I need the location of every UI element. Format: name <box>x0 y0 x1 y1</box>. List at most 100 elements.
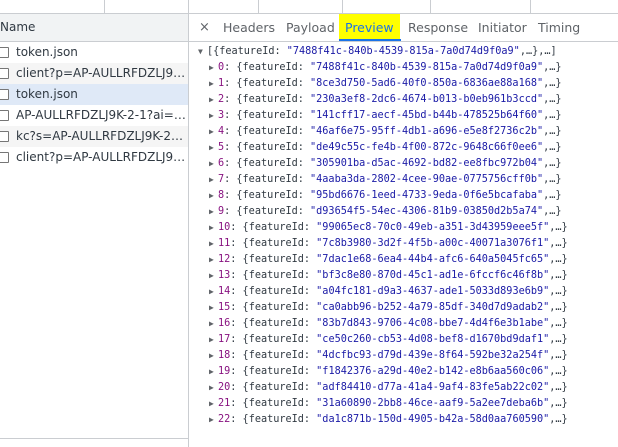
request-row[interactable]: client?p=AP-AULLRFDZLJ9K-2... <box>0 63 188 84</box>
row-checkbox[interactable] <box>0 110 9 121</box>
json-entry[interactable]: ▶ 15: {featureId: "ca0abb96-b252-4a79-85d… <box>209 300 568 316</box>
json-entry[interactable]: ▶ 10: {featureId: "99065ec8-70c0-49eb-a35… <box>209 220 568 236</box>
entry-tail: ,…} <box>543 78 562 89</box>
entry-colon: : { <box>230 238 249 249</box>
entry-key: featureId <box>242 62 298 73</box>
root-open: [{featureId: <box>207 46 287 57</box>
entry-value: "7488f41c-840b-4539-815a-7a0d74d9f0a9" <box>310 62 544 73</box>
triangle-right-icon[interactable]: ▶ <box>209 172 218 188</box>
entry-key: featureId <box>242 78 298 89</box>
entry-tail: ,…} <box>549 350 568 361</box>
triangle-right-icon[interactable]: ▶ <box>209 220 218 236</box>
triangle-right-icon[interactable]: ▶ <box>209 316 218 332</box>
entry-colon: : <box>303 238 317 249</box>
entry-key: featureId <box>242 110 298 121</box>
triangle-right-icon[interactable]: ▶ <box>209 60 218 76</box>
request-row[interactable]: token.json <box>0 84 188 105</box>
tab-initiator[interactable]: Initiator <box>478 14 527 41</box>
triangle-right-icon[interactable]: ▶ <box>209 204 218 220</box>
triangle-right-icon[interactable]: ▶ <box>209 364 218 380</box>
triangle-right-icon[interactable]: ▶ <box>209 108 218 124</box>
triangle-right-icon[interactable]: ▶ <box>209 252 218 268</box>
json-entry[interactable]: ▶ 17: {featureId: "ce50c260-cb53-4d08-bef… <box>209 332 568 348</box>
triangle-right-icon[interactable]: ▶ <box>209 268 218 284</box>
triangle-right-icon[interactable]: ▶ <box>209 380 218 396</box>
json-entry[interactable]: ▶ 21: {featureId: "31a60890-2bb8-46ce-aaf… <box>209 396 568 412</box>
row-checkbox[interactable] <box>0 89 9 100</box>
triangle-right-icon[interactable]: ▶ <box>209 332 218 348</box>
tab-timing[interactable]: Timing <box>538 14 580 41</box>
entry-value: "a04fc181-d9a3-4637-ade1-5033d893e6b9" <box>316 286 550 297</box>
divider <box>342 0 343 13</box>
triangle-right-icon[interactable]: ▶ <box>209 188 218 204</box>
entry-index: 20 <box>218 382 231 393</box>
triangle-right-icon[interactable]: ▶ <box>209 396 218 412</box>
json-entry[interactable]: ▶ 12: {featureId: "7dac1e68-6ea4-44b4-afc… <box>209 252 568 268</box>
json-entry[interactable]: ▶ 19: {featureId: "f1842376-a29d-40e2-b14… <box>209 364 568 380</box>
tab-headers[interactable]: Headers <box>223 14 275 41</box>
entry-colon: : { <box>230 414 249 425</box>
tab-payload[interactable]: Payload <box>286 14 335 41</box>
close-icon[interactable]: × <box>199 14 210 41</box>
json-entry[interactable]: ▶ 2: {featureId: "230a3ef8-2dc6-4674-b013… <box>209 92 562 108</box>
entry-colon: : <box>297 190 311 201</box>
entry-index: 22 <box>218 414 231 425</box>
json-entry[interactable]: ▶ 4: {featureId: "46af6e75-95ff-4db1-a696… <box>209 124 562 140</box>
json-root-line[interactable]: ▼ [{featureId: "7488f41c-840b-4539-815a-7… <box>198 44 557 60</box>
triangle-right-icon[interactable]: ▶ <box>209 92 218 108</box>
json-entry[interactable]: ▶ 1: {featureId: "8ce3d750-5ad6-40f0-850a… <box>209 76 562 92</box>
entry-colon: : { <box>230 382 249 393</box>
request-row[interactable]: kc?s=AP-AULLRFDZLJ9K-2-1-... <box>0 126 188 147</box>
json-entry[interactable]: ▶ 6: {featureId: "305901ba-d5ac-4692-bd82… <box>209 156 562 172</box>
entry-colon: : { <box>224 158 243 169</box>
json-entry[interactable]: ▶ 22: {featureId: "da1c871b-150d-4905-b42… <box>209 412 568 428</box>
triangle-right-icon[interactable]: ▶ <box>209 348 218 364</box>
name-column-header[interactable]: Name <box>0 14 188 42</box>
triangle-right-icon[interactable]: ▶ <box>209 76 218 92</box>
entry-colon: : <box>303 398 317 409</box>
json-entry[interactable]: ▶ 7: {featureId: "4aaba3da-2802-4cee-90ae… <box>209 172 562 188</box>
triangle-right-icon[interactable]: ▶ <box>209 236 218 252</box>
triangle-right-icon[interactable]: ▶ <box>209 124 218 140</box>
triangle-right-icon[interactable]: ▶ <box>209 412 218 428</box>
json-entry[interactable]: ▶ 14: {featureId: "a04fc181-d9a3-4637-ade… <box>209 284 568 300</box>
entry-tail: ,…} <box>549 334 568 345</box>
divider <box>0 438 188 439</box>
entry-colon: : <box>297 206 311 217</box>
row-checkbox[interactable] <box>0 152 9 163</box>
request-name: client?p=AP-AULLRFDZLJ9K-2... <box>16 150 186 164</box>
divider <box>530 0 531 13</box>
entry-value: "d93654f5-54ec-4306-81b9-03850d2b5a74" <box>310 206 544 217</box>
json-entry[interactable]: ▶ 9: {featureId: "d93654f5-54ec-4306-81b9… <box>209 204 562 220</box>
json-entry[interactable]: ▶ 11: {featureId: "7c8b3980-3d2f-4f5b-a00… <box>209 236 568 252</box>
row-checkbox[interactable] <box>0 68 9 79</box>
entry-tail: ,…} <box>549 366 568 377</box>
request-row[interactable]: token.json <box>0 42 188 63</box>
request-name: kc?s=AP-AULLRFDZLJ9K-2-1-... <box>16 129 186 143</box>
json-entry[interactable]: ▶ 13: {featureId: "bf3c8e80-870d-45c1-ad1… <box>209 268 568 284</box>
triangle-right-icon[interactable]: ▶ <box>209 284 218 300</box>
json-entry[interactable]: ▶ 8: {featureId: "95bd6676-1eed-4733-9eda… <box>209 188 562 204</box>
triangle-right-icon[interactable]: ▶ <box>209 156 218 172</box>
request-row[interactable]: AP-AULLRFDZLJ9K-2-1?ai=d5... <box>0 105 188 126</box>
json-entry[interactable]: ▶ 5: {featureId: "de49c55c-fe4b-4f00-872c… <box>209 140 562 156</box>
json-entry[interactable]: ▶ 0: {featureId: "7488f41c-840b-4539-815a… <box>209 60 562 76</box>
triangle-down-icon[interactable]: ▼ <box>198 44 207 60</box>
entry-value: "ca0abb96-b252-4a79-85df-340d7d9adab2" <box>316 302 550 313</box>
entry-index: 17 <box>218 334 231 345</box>
json-entry[interactable]: ▶ 16: {featureId: "83b7d843-9706-4c08-bbe… <box>209 316 568 332</box>
row-checkbox[interactable] <box>0 47 9 58</box>
triangle-right-icon[interactable]: ▶ <box>209 140 218 156</box>
request-row[interactable]: client?p=AP-AULLRFDZLJ9K-2... <box>0 147 188 168</box>
row-checkbox[interactable] <box>0 131 9 142</box>
entry-colon: : <box>297 110 311 121</box>
json-entry[interactable]: ▶ 18: {featureId: "4dcfbc93-d79d-439e-8f6… <box>209 348 568 364</box>
entry-key: featureId <box>248 350 304 361</box>
json-entry[interactable]: ▶ 3: {featureId: "141cff17-aecf-45bd-b44b… <box>209 108 562 124</box>
json-entry[interactable]: ▶ 20: {featureId: "adf84410-d77a-41a4-9af… <box>209 380 568 396</box>
entry-index: 13 <box>218 270 231 281</box>
tab-preview[interactable]: Preview <box>339 14 400 41</box>
entry-key: featureId <box>242 158 298 169</box>
tab-response[interactable]: Response <box>408 14 468 41</box>
triangle-right-icon[interactable]: ▶ <box>209 300 218 316</box>
